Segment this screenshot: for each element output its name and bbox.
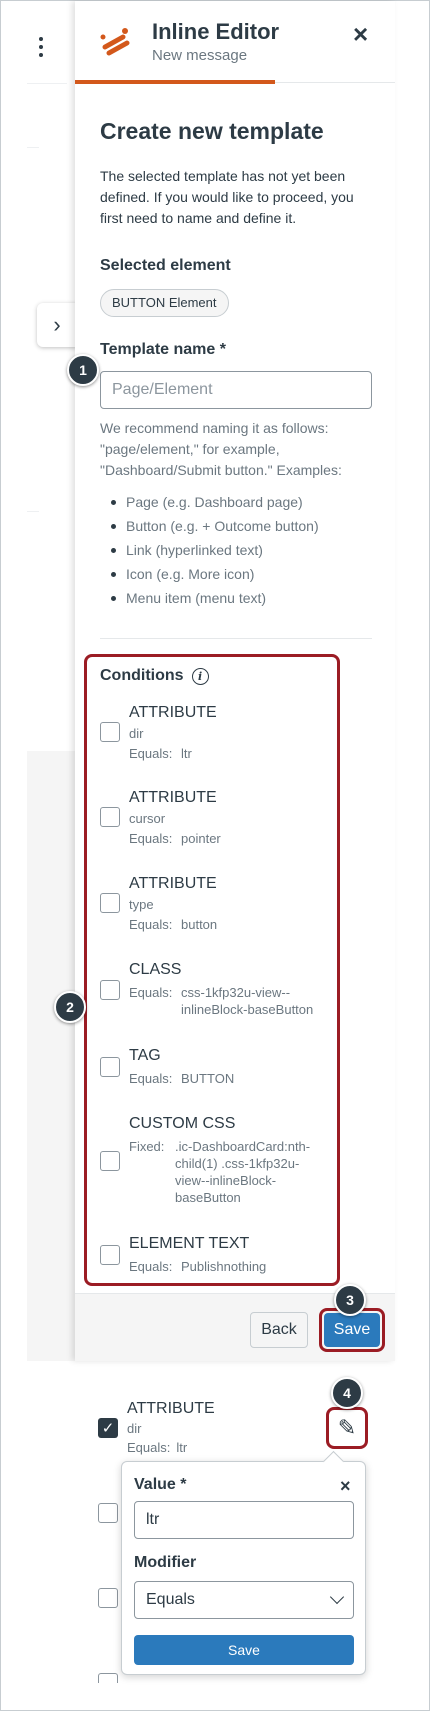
condition-checkbox[interactable] [100, 1057, 120, 1077]
modifier-select[interactable]: Equals [134, 1581, 354, 1619]
app-logo-icon [100, 28, 130, 56]
selected-element-chip: BUTTON Element [100, 289, 229, 317]
save-button[interactable]: Save [324, 1313, 380, 1347]
expand-panel-button[interactable]: › [37, 303, 77, 347]
chevron-right-icon: › [53, 312, 61, 337]
condition-rule: Equals: css-1kfp32u-view--inlineBlock-bas… [129, 984, 331, 1018]
selected-element-label: Selected element [100, 257, 231, 274]
condition-rule: Fixed: .ic-DashboardCard:nth-child(1) .cs… [129, 1138, 323, 1206]
list-item: Link (hyperlinked text) [100, 538, 319, 562]
condition-attribute: dir [129, 726, 144, 741]
condition-rule: Equals: Publishnothing [129, 1258, 331, 1275]
bg-divider [27, 511, 39, 512]
condition-value: ltr [181, 746, 192, 761]
condition-modifier: Equals: [129, 1071, 173, 1086]
examples-list: Page (e.g. Dashboard page) Button (e.g. … [100, 490, 319, 610]
naming-recommendation: We recommend naming it as follows: "page… [100, 420, 342, 478]
condition-type: CLASS [129, 961, 182, 978]
close-icon[interactable]: × [340, 1476, 351, 1497]
condition-rule: Equals: button [129, 916, 331, 933]
conditions-title: Conditions i [100, 667, 209, 685]
condition-modifier: Equals: [129, 746, 173, 761]
pencil-icon: ✎ [337, 1415, 357, 1440]
condition-modifier: Equals: [129, 1259, 173, 1274]
section-divider [100, 638, 372, 639]
condition-checkbox[interactable] [98, 1673, 118, 1683]
condition-value: .ic-DashboardCard:nth-child(1) .css-1kfp… [175, 1139, 311, 1205]
condition-modifier: Equals: [129, 831, 173, 846]
condition-type: TAG [129, 1047, 161, 1064]
condition-modifier: Fixed: [129, 1139, 165, 1154]
condition-checkbox[interactable] [100, 722, 120, 742]
template-name-input[interactable] [100, 371, 372, 409]
edit-condition-popover: Value * × Modifier Equals Save [121, 1461, 366, 1675]
back-button[interactable]: Back [250, 1312, 308, 1348]
condition-rule: Equals: ltr [127, 1440, 187, 1455]
condition-rule: Equals: ltr [129, 745, 331, 762]
step-callout-4: 4 [331, 1377, 363, 1409]
condition-value: css-1kfp32u-view--inlineBlock-baseButton [181, 985, 314, 1017]
progress-bar [75, 80, 275, 84]
info-icon[interactable]: i [191, 667, 209, 685]
modifier-label: Modifier [134, 1554, 197, 1571]
list-item: Button (e.g. + Outcome button) [100, 514, 319, 538]
bg-divider [27, 83, 67, 84]
condition-type: ATTRIBUTE [129, 789, 217, 806]
condition-type: ELEMENT TEXT [129, 1235, 250, 1252]
check-icon: ✓ [101, 1420, 115, 1437]
popover-save-button[interactable]: Save [134, 1635, 354, 1665]
panel-header: Inline Editor New message × [75, 1, 395, 83]
panel-title: Inline Editor [152, 19, 280, 44]
modifier-selected: Equals [146, 1591, 195, 1608]
inline-editor-panel: Inline Editor New message × Create new t… [75, 1, 395, 1361]
condition-checkbox-checked[interactable]: ✓ [98, 1418, 118, 1438]
condition-modifier: Equals: [127, 1440, 171, 1455]
condition-value: pointer [181, 831, 221, 846]
form-intro: The selected template has not yet been d… [100, 168, 354, 226]
step-callout-1: 1 [67, 354, 99, 386]
condition-checkbox[interactable] [100, 1151, 120, 1171]
condition-checkbox[interactable] [100, 807, 120, 827]
chevron-down-icon [329, 1589, 345, 1605]
condition-attribute: dir [127, 1421, 142, 1436]
conditions-title-text: Conditions [100, 667, 184, 684]
condition-checkbox[interactable] [98, 1503, 118, 1523]
condition-value: Publishnothing [181, 1259, 267, 1274]
list-item: Menu item (menu text) [100, 586, 319, 610]
value-input[interactable] [134, 1501, 354, 1539]
step-callout-2: 2 [54, 991, 86, 1023]
panel-subtitle: New message [152, 47, 248, 64]
value-label: Value * [134, 1476, 187, 1493]
condition-rule: Equals: BUTTON [129, 1070, 331, 1087]
condition-type: ATTRIBUTE [127, 1400, 215, 1417]
condition-type: ATTRIBUTE [129, 704, 217, 721]
bg-card [27, 751, 75, 1361]
edit-condition-button[interactable]: ✎ [326, 1407, 368, 1449]
condition-value: button [181, 917, 218, 932]
close-icon[interactable]: × [353, 19, 368, 50]
condition-attribute: cursor [129, 811, 166, 826]
condition-checkbox[interactable] [100, 893, 120, 913]
condition-value: ltr [176, 1440, 188, 1455]
condition-checkbox[interactable] [100, 980, 120, 1000]
bg-divider [27, 147, 39, 148]
condition-type: ATTRIBUTE [129, 875, 217, 892]
condition-type: CUSTOM CSS [129, 1115, 236, 1132]
template-name-label: Template name * [100, 341, 226, 358]
screenshot-frame: › Inline Editor New message × Create new… [0, 0, 430, 1711]
condition-rule: Equals: pointer [129, 830, 331, 847]
step-callout-3: 3 [334, 1284, 366, 1316]
condition-modifier: Equals: [129, 985, 173, 1000]
condition-checkbox[interactable] [100, 1245, 120, 1265]
form-heading: Create new template [100, 118, 324, 144]
condition-attribute: type [129, 897, 154, 912]
condition-checkbox[interactable] [98, 1588, 118, 1608]
list-item: Icon (e.g. More icon) [100, 562, 319, 586]
condition-value: BUTTON [181, 1071, 235, 1086]
list-item: Page (e.g. Dashboard page) [100, 490, 319, 514]
more-options-icon[interactable] [31, 37, 51, 61]
condition-modifier: Equals: [129, 917, 173, 932]
